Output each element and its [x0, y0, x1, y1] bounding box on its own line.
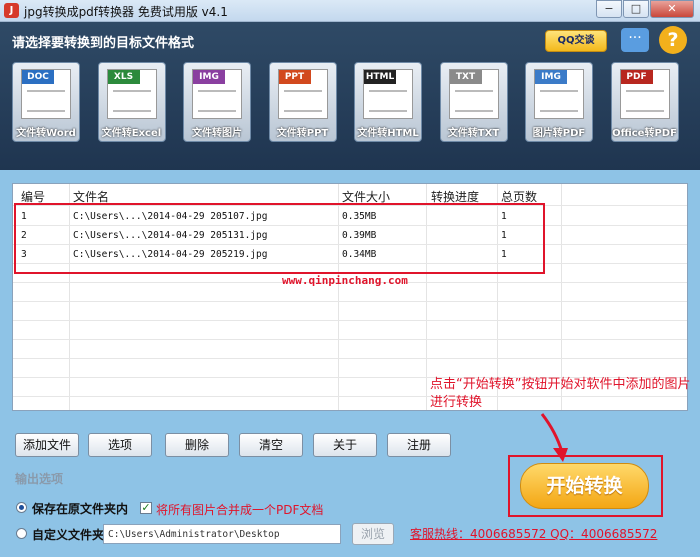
tool-office-to-pdf[interactable]: PDF Office转PDF: [610, 62, 679, 142]
window-controls: − □ ✕: [595, 0, 694, 18]
img-icon: IMG: [192, 69, 242, 119]
html-icon: HTML: [363, 69, 413, 119]
row-divider: [13, 301, 687, 302]
tool-label: Office转PDF: [612, 128, 677, 139]
delete-button[interactable]: 删除: [165, 433, 229, 457]
row-divider: [13, 358, 687, 359]
help-icon[interactable]: ?: [659, 26, 687, 54]
merge-checkbox[interactable]: ✓: [140, 502, 152, 514]
img-icon: IMG: [534, 69, 584, 119]
save-original-radio[interactable]: [16, 502, 27, 513]
tool-html[interactable]: HTML 文件转HTML: [354, 62, 422, 142]
doc-lines: [112, 90, 151, 112]
tool-label: 文件转HTML: [357, 128, 419, 139]
hotline-text[interactable]: 客服热线：4006685572 QQ：4006685572: [410, 525, 657, 542]
options-button[interactable]: 选项: [88, 433, 152, 457]
doc-tag: IMG: [193, 70, 225, 84]
register-button[interactable]: 注册: [387, 433, 451, 457]
minimize-button[interactable]: −: [596, 0, 622, 18]
watermark-url: www.qinpinchang.com: [282, 274, 408, 287]
doc-lines: [454, 90, 493, 112]
custom-folder-label[interactable]: 自定义文件夹: [32, 526, 104, 543]
pdf-icon: PDF: [619, 69, 670, 119]
clear-button[interactable]: 清空: [239, 433, 303, 457]
output-options-label: 输出选项: [15, 472, 64, 486]
tool-label: 文件转TXT: [447, 128, 500, 139]
doc-tag: DOC: [22, 70, 54, 84]
doc-tag: IMG: [535, 70, 567, 84]
format-header: 请选择要转换到的目标文件格式 QQ交谈 ··· ? DOC 文件转Word XL…: [0, 22, 700, 170]
doc-tag: PDF: [620, 70, 653, 84]
maximize-button[interactable]: □: [623, 0, 649, 18]
header-title: 请选择要转换到的目标文件格式: [12, 36, 195, 51]
tool-img-to-pdf[interactable]: IMG 图片转PDF: [525, 62, 593, 142]
tool-word[interactable]: DOC 文件转Word: [12, 62, 80, 142]
format-tools: DOC 文件转Word XLS 文件转Excel IMG 文件转图片 PPT 文…: [12, 62, 696, 142]
doc-tag: XLS: [107, 70, 140, 84]
doc-tag: TXT: [449, 70, 482, 84]
doc-tag: HTML: [364, 70, 396, 84]
app-icon: J: [4, 3, 19, 18]
doc-lines: [625, 90, 664, 112]
add-file-button[interactable]: 添加文件: [15, 433, 79, 457]
doc-icon: DOC: [21, 69, 71, 119]
action-buttons: 添加文件 选项 删除 清空 关于 注册: [15, 433, 451, 457]
doc-lines: [27, 90, 65, 112]
merge-label[interactable]: 将所有图片合并成一个PDF文档: [156, 501, 323, 518]
tool-excel[interactable]: XLS 文件转Excel: [97, 62, 166, 142]
xls-icon: XLS: [106, 69, 157, 119]
ppt-icon: PPT: [277, 69, 328, 119]
row-divider: [13, 339, 687, 340]
doc-lines: [198, 90, 236, 112]
chat-icon[interactable]: ···: [621, 28, 649, 52]
tool-ppt[interactable]: PPT 文件转PPT: [268, 62, 337, 142]
doc-lines: [540, 90, 578, 112]
tool-label: 文件转图片: [192, 128, 242, 139]
title-bar: J jpg转换成pdf转换器 免费试用版 v4.1 − □ ✕: [0, 0, 700, 22]
annotation-text: 点击“开始转换”按钮开始对软件中添加的图片进行转换: [430, 377, 691, 410]
output-path-input[interactable]: [103, 524, 341, 544]
window-title: jpg转换成pdf转换器 免费试用版 v4.1: [24, 5, 228, 19]
tool-label: 文件转Word: [16, 128, 76, 139]
custom-folder-radio[interactable]: [16, 528, 27, 539]
save-original-label[interactable]: 保存在原文件夹内: [32, 500, 128, 517]
tool-label: 文件转PPT: [276, 128, 329, 139]
start-convert-button[interactable]: 开始转换: [520, 463, 649, 509]
close-button[interactable]: ✕: [650, 0, 694, 18]
tool-label: 文件转Excel: [101, 128, 162, 139]
qq-chat-button[interactable]: QQ交谈: [545, 30, 607, 52]
about-button[interactable]: 关于: [313, 433, 377, 457]
highlight-box: [14, 203, 545, 274]
tool-image[interactable]: IMG 文件转图片: [183, 62, 251, 142]
row-divider: [13, 320, 687, 321]
doc-lines: [283, 90, 322, 112]
doc-tag: PPT: [278, 70, 311, 84]
doc-lines: [369, 90, 407, 112]
browse-button[interactable]: 浏览: [352, 523, 394, 545]
txt-icon: TXT: [448, 69, 499, 119]
tool-label: 图片转PDF: [532, 128, 586, 139]
tool-txt[interactable]: TXT 文件转TXT: [439, 62, 508, 142]
